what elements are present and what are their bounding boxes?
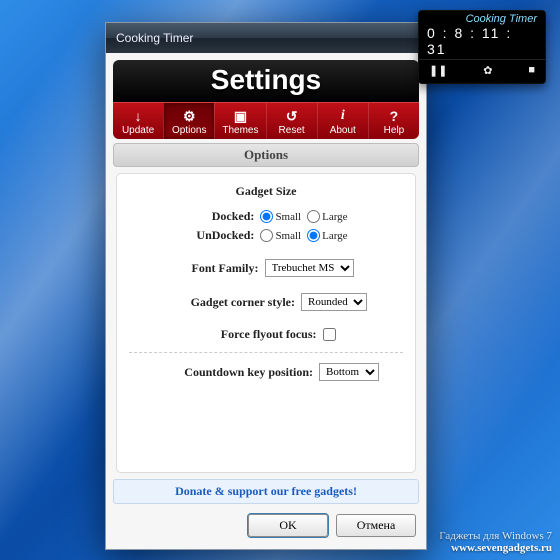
donate-link[interactable]: Donate & support our free gadgets! <box>113 479 419 504</box>
window-title: Cooking Timer <box>116 31 193 45</box>
tab-about[interactable]: i About <box>317 103 368 139</box>
radio-docked-small[interactable] <box>260 210 273 223</box>
radio-docked-large[interactable] <box>307 210 320 223</box>
help-icon: ? <box>369 107 419 125</box>
header: Settings ↓ Update ⚙ Options ▣ Themes ↺ R… <box>113 60 419 139</box>
row-corner: Gadget corner style: Rounded <box>125 293 407 311</box>
tab-label: Reset <box>279 125 305 136</box>
row-countdown: Countdown key position: Bottom <box>125 363 407 381</box>
pause-icon[interactable]: ❚❚ <box>429 64 447 77</box>
countdown-label: Countdown key position: <box>153 365 313 380</box>
row-flyout: Force flyout focus: <box>125 327 407 342</box>
watermark-line1: Гаджеты для Windows 7 <box>439 530 552 542</box>
mini-time: 0 : 8 : 11 : 31 <box>419 25 545 59</box>
watermark-line2: www.sevengadgets.ru <box>439 542 552 554</box>
undocked-small[interactable]: Small <box>260 229 301 242</box>
tab-label: Options <box>172 125 206 136</box>
flyout-label: Force flyout focus: <box>197 327 317 342</box>
tab-label: Update <box>122 125 154 136</box>
docked-small[interactable]: Small <box>260 210 301 223</box>
flyout-checkbox[interactable] <box>323 328 336 341</box>
info-icon: i <box>318 107 368 125</box>
themes-icon: ▣ <box>215 107 265 125</box>
tab-label: Help <box>384 125 405 136</box>
row-docked: Docked: Small Large <box>125 209 407 224</box>
countdown-select[interactable]: Bottom <box>319 363 379 381</box>
corner-select[interactable]: Rounded <box>301 293 367 311</box>
gear-icon[interactable]: ✿ <box>483 64 492 77</box>
mini-title: Cooking Timer <box>419 11 545 25</box>
tab-options[interactable]: ⚙ Options <box>163 103 214 139</box>
tab-reset[interactable]: ↺ Reset <box>266 103 317 139</box>
header-label: Settings <box>113 60 419 102</box>
tab-update[interactable]: ↓ Update <box>113 103 163 139</box>
tab-themes[interactable]: ▣ Themes <box>214 103 265 139</box>
size-heading: Gadget Size <box>125 184 407 199</box>
tab-label: Themes <box>222 125 258 136</box>
toolbar: ↓ Update ⚙ Options ▣ Themes ↺ Reset i Ab… <box>113 102 419 139</box>
ok-button[interactable]: OK <box>248 514 328 537</box>
row-undocked: UnDocked: Small Large <box>125 228 407 243</box>
tab-help[interactable]: ? Help <box>368 103 419 139</box>
cancel-button[interactable]: Отмена <box>336 514 416 537</box>
docked-large[interactable]: Large <box>307 210 347 223</box>
undocked-label: UnDocked: <box>184 228 254 243</box>
settings-window: Cooking Timer Settings ↓ Update ⚙ Option… <box>105 22 427 550</box>
reset-icon: ↺ <box>267 107 317 125</box>
options-panel: Gadget Size Docked: Small Large UnDocked… <box>116 173 416 473</box>
titlebar[interactable]: Cooking Timer <box>106 23 426 53</box>
section-title: Options <box>113 143 419 167</box>
button-bar: OK Отмена <box>106 504 426 549</box>
download-icon: ↓ <box>113 107 163 125</box>
separator <box>129 352 403 353</box>
undocked-large[interactable]: Large <box>307 229 347 242</box>
watermark: Гаджеты для Windows 7 www.sevengadgets.r… <box>439 530 552 554</box>
font-label: Font Family: <box>179 261 259 276</box>
radio-undocked-large[interactable] <box>307 229 320 242</box>
tab-label: About <box>330 125 356 136</box>
gear-icon: ⚙ <box>164 107 214 125</box>
stop-icon[interactable]: ■ <box>528 64 535 77</box>
mini-gadget: Cooking Timer 0 : 8 : 11 : 31 ❚❚ ✿ ■ <box>418 10 546 84</box>
corner-label: Gadget corner style: <box>165 295 295 310</box>
row-font: Font Family: Trebuchet MS <box>125 259 407 277</box>
font-select[interactable]: Trebuchet MS <box>265 259 354 277</box>
mini-controls: ❚❚ ✿ ■ <box>419 59 545 83</box>
radio-undocked-small[interactable] <box>260 229 273 242</box>
docked-label: Docked: <box>184 209 254 224</box>
